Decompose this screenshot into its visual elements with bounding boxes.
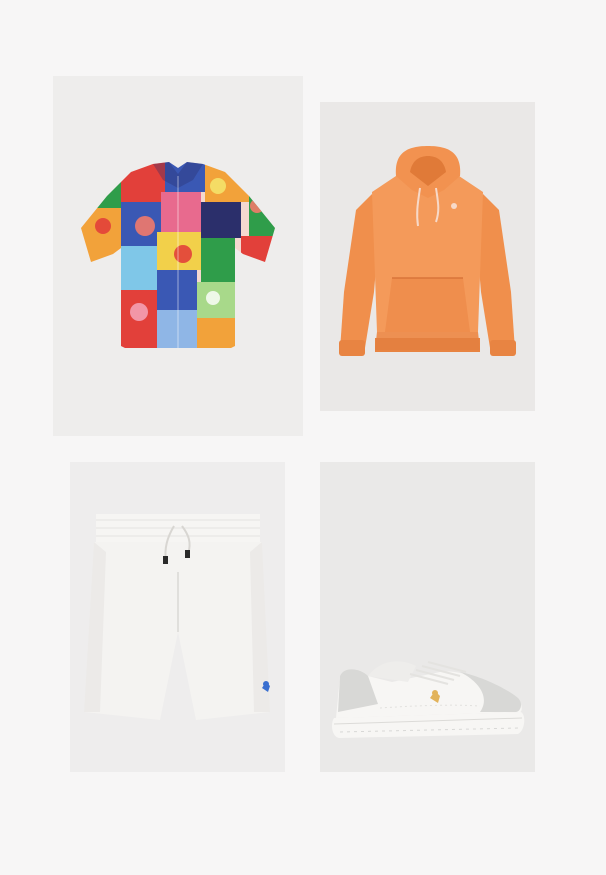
product-tile-hoodie[interactable] [320,102,535,411]
floral-patchwork-shirt-icon [53,76,303,436]
white-sneaker-icon [320,462,535,772]
white-shorts-icon [70,462,285,772]
product-tile-shirt[interactable] [53,76,303,436]
product-tile-sneaker[interactable] [320,462,535,772]
outfit-grid [0,0,606,875]
orange-hoodie-icon [320,102,535,411]
product-tile-shorts[interactable] [70,462,285,772]
